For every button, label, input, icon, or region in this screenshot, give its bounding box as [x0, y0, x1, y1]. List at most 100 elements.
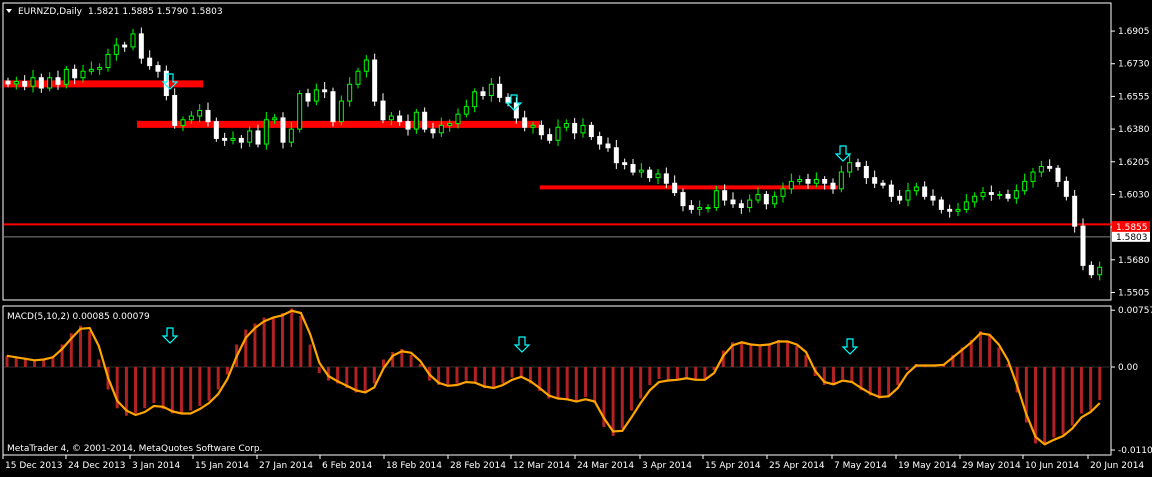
macd-bar — [776, 340, 780, 367]
macd-bar — [740, 341, 744, 367]
candle-body — [405, 121, 411, 130]
candle-body — [905, 190, 911, 201]
candle-body — [713, 190, 719, 209]
candle-body — [838, 171, 844, 190]
candle-body — [497, 83, 503, 98]
candle-body — [1030, 171, 1036, 182]
macd-bar — [179, 367, 183, 414]
price-tick-label: 1.6730 — [1118, 60, 1150, 70]
candle-body — [597, 136, 603, 145]
current-price-label: 1.5803 — [1116, 233, 1148, 243]
candle-body — [1005, 193, 1011, 199]
macd-bar — [905, 367, 909, 370]
date-tick-label: 24 Dec 2013 — [68, 461, 126, 471]
macd-bar — [308, 344, 312, 367]
macd-bar — [33, 361, 37, 367]
date-tick-label: 15 Apr 2014 — [705, 461, 761, 471]
candle-body — [455, 113, 461, 124]
candle-body — [880, 182, 886, 186]
macd-bar — [372, 367, 376, 384]
macd-bar — [14, 358, 18, 367]
candle-body — [797, 179, 803, 182]
candle-body — [55, 77, 61, 85]
macd-bar — [88, 331, 92, 367]
macd-bar — [170, 367, 174, 414]
macd-bar — [694, 367, 698, 381]
price-tick-label: 1.5680 — [1118, 256, 1150, 266]
candle-body — [347, 83, 353, 102]
candle-body — [755, 193, 761, 201]
candle-body — [80, 70, 86, 79]
candle-body — [505, 96, 511, 104]
macd-bar — [877, 367, 881, 399]
candle-body — [813, 179, 819, 184]
candle-body — [730, 199, 736, 205]
date-tick-label: 6 Feb 2014 — [322, 461, 373, 471]
candle-body — [830, 182, 836, 190]
candle-body — [222, 137, 228, 141]
price-tick-label: 1.6380 — [1118, 125, 1150, 135]
macd-bar — [207, 367, 211, 401]
candle-body — [372, 59, 378, 102]
candle-body — [538, 124, 544, 136]
macd-bar — [134, 367, 138, 414]
candle-body — [513, 102, 519, 119]
menu-triangle-icon[interactable] — [6, 9, 12, 13]
candle-body — [630, 164, 636, 173]
macd-bar — [988, 335, 992, 367]
price-tag-label: 1.5855 — [1116, 223, 1148, 233]
macd-bar — [675, 367, 679, 379]
candle-body — [1088, 264, 1094, 276]
macd-series — [4, 308, 1111, 446]
date-tick-label: 19 May 2014 — [898, 461, 957, 471]
macd-tick-label: 0.00 — [1118, 363, 1138, 373]
macd-bar — [143, 367, 147, 409]
candle-body — [738, 203, 744, 209]
macd-bar — [97, 359, 101, 367]
trading-chart[interactable]: 1.6905 1.6730 1.6555 1.6380 1.6205 1.6030 1.58… — [0, 0, 1152, 473]
candle-body — [447, 122, 453, 126]
macd-bar — [896, 367, 900, 385]
date-tick-label: 24 Mar 2014 — [577, 461, 634, 471]
candle-body — [1038, 165, 1044, 173]
signal-arrow-icon — [834, 145, 852, 162]
candle-body — [330, 91, 336, 123]
candle-body — [147, 57, 153, 67]
candle-body — [572, 122, 578, 134]
candle-body — [913, 186, 919, 192]
candle-body — [38, 77, 44, 89]
macd-bar — [593, 367, 597, 403]
price-series — [4, 27, 1111, 281]
candle-body — [97, 66, 103, 70]
macd-bar — [565, 367, 569, 400]
date-tick-label: 29 May 2014 — [962, 461, 1021, 471]
candle-body — [680, 192, 686, 207]
macd-bar — [767, 343, 771, 367]
date-tick-label: 25 Apr 2014 — [769, 461, 825, 471]
macd-bar — [189, 367, 193, 411]
candle-body — [722, 190, 728, 201]
macd-bar — [574, 367, 578, 402]
macd-bar — [363, 367, 367, 393]
price-tick-label: 1.6555 — [1118, 92, 1150, 102]
candle-body — [938, 199, 944, 210]
candle-body — [105, 53, 111, 68]
macd-bar — [832, 367, 835, 385]
candle-body — [530, 124, 536, 128]
candle-body — [688, 205, 694, 210]
copyright-label: MetaTrader 4, © 2001-2014, MetaQuotes So… — [7, 444, 263, 454]
macd-bar — [290, 308, 294, 367]
candle-body — [5, 80, 11, 85]
candle-body — [655, 173, 661, 179]
candle-body — [72, 68, 78, 79]
candle-body — [888, 184, 894, 197]
candle-body — [305, 93, 311, 102]
macd-bar — [492, 367, 496, 388]
macd-bar — [161, 367, 165, 409]
macd-bar — [850, 367, 854, 383]
macd-bar — [657, 367, 661, 379]
symbol-label: EURNZD,Daily — [18, 7, 83, 17]
macd-tick-label: -0.01107 — [1118, 446, 1152, 456]
candle-body — [947, 208, 953, 212]
macd-bar — [1061, 367, 1065, 435]
